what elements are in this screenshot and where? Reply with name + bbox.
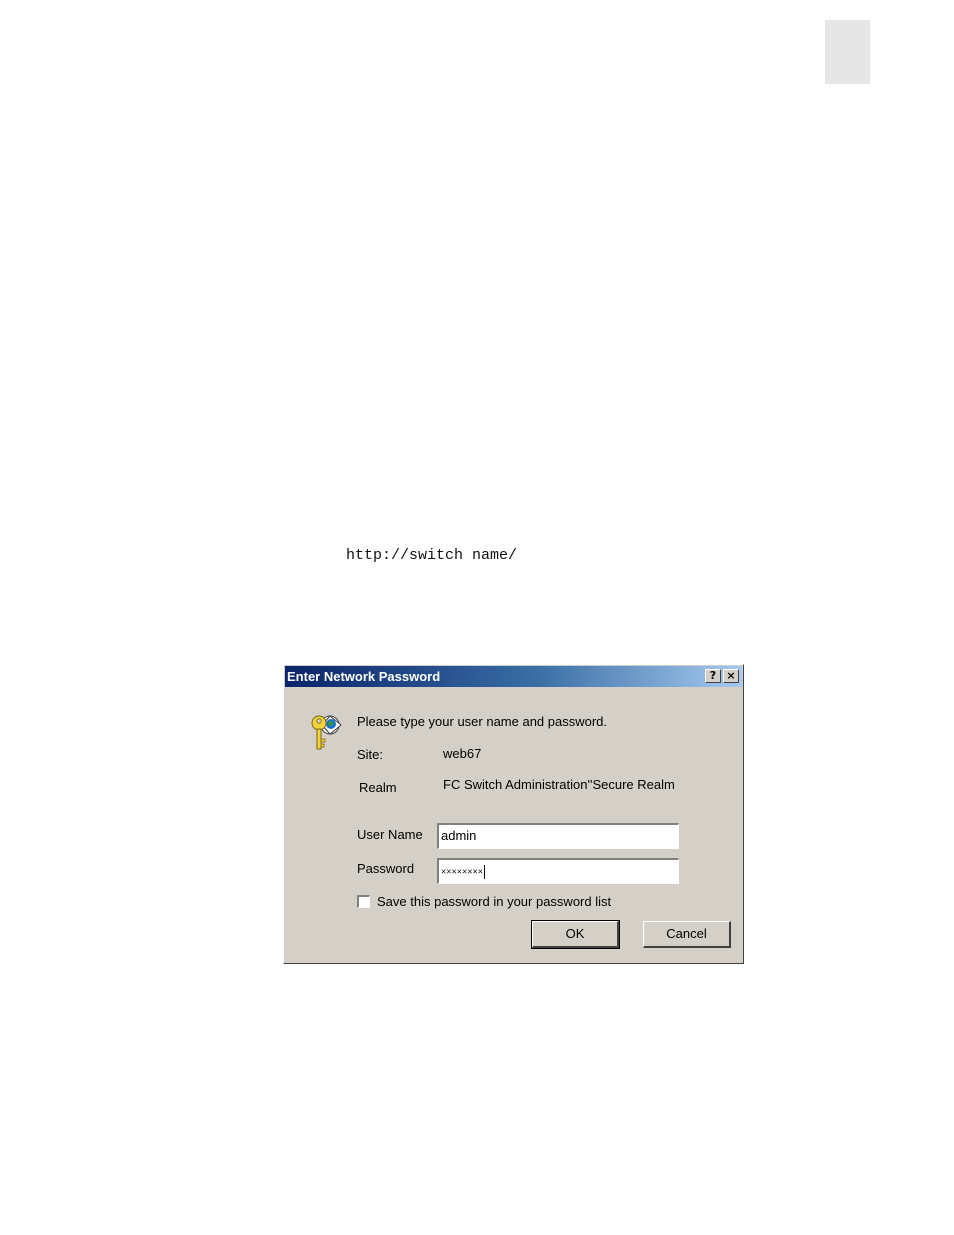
network-password-dialog: Enter Network Password ? × Please type y… (283, 664, 744, 964)
password-field[interactable]: ×××××××× (437, 858, 679, 884)
key-globe-icon (311, 715, 342, 750)
site-value: web67 (443, 746, 482, 761)
save-password-label[interactable]: Save this password in your password list (377, 894, 611, 909)
site-label: Site: (357, 747, 384, 762)
password-label: Password (357, 861, 415, 876)
save-password-checkbox[interactable] (357, 895, 370, 908)
dialog-titlebar[interactable]: Enter Network Password ? × (285, 666, 742, 687)
realm-value: FC Switch Administration''Secure Realm (443, 777, 675, 792)
username-label: User Name (357, 827, 423, 842)
cancel-button[interactable]: Cancel (643, 921, 731, 948)
close-button[interactable]: × (723, 669, 739, 683)
password-value: ×××××××× (441, 866, 484, 877)
page-thumb-tab (825, 20, 870, 84)
realm-label: Realm (359, 780, 397, 795)
url-example-text: http://switch name/ (346, 547, 518, 564)
text-caret (484, 865, 486, 879)
ok-button[interactable]: OK (531, 920, 620, 949)
help-button[interactable]: ? (705, 669, 721, 683)
dialog-title: Enter Network Password (287, 669, 441, 684)
username-value: admin (441, 828, 477, 843)
username-field[interactable]: admin (437, 823, 679, 849)
prompt-text: Please type your user name and password. (357, 714, 608, 729)
